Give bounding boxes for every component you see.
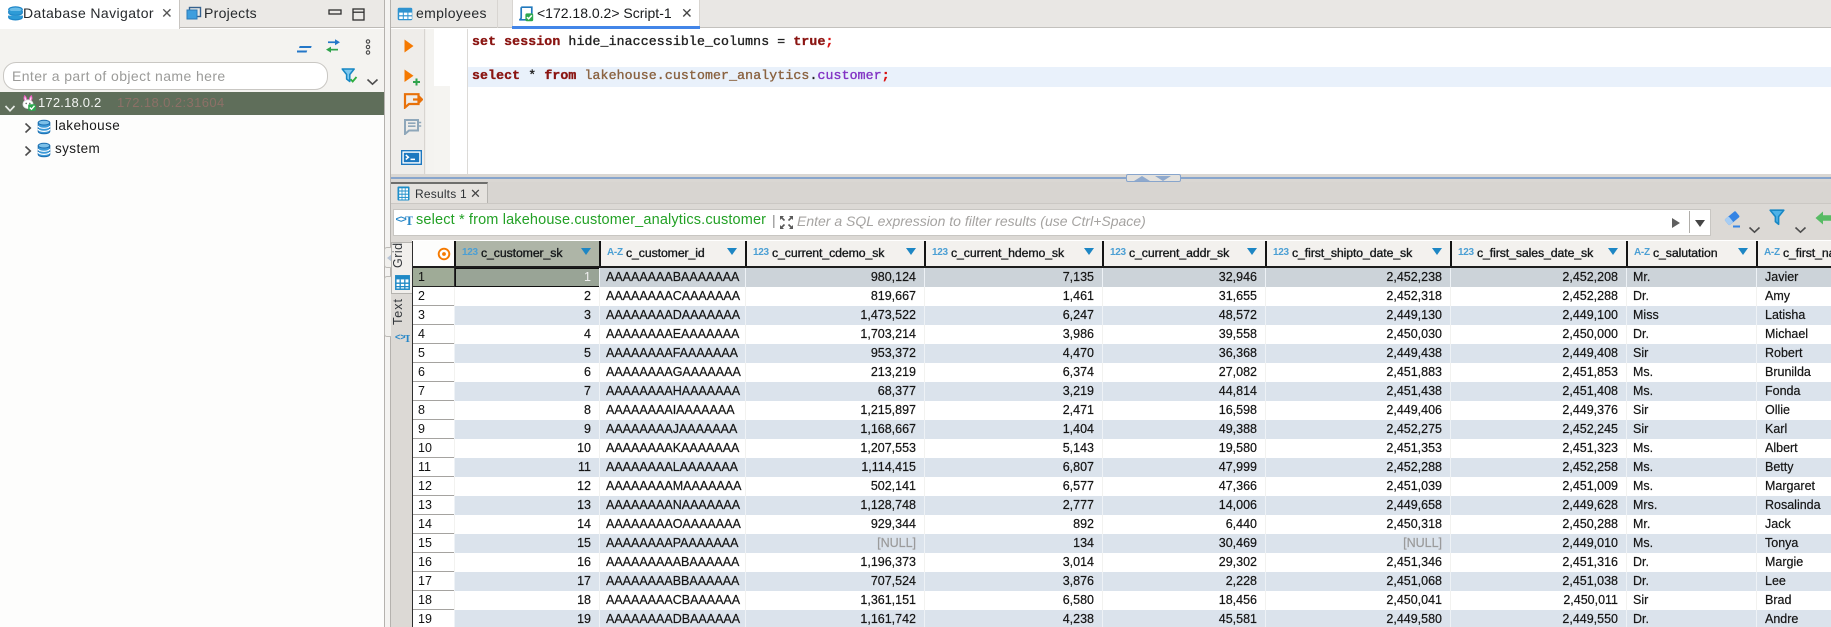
svg-text:T: T xyxy=(405,213,413,228)
svg-text:T: T xyxy=(404,333,410,344)
